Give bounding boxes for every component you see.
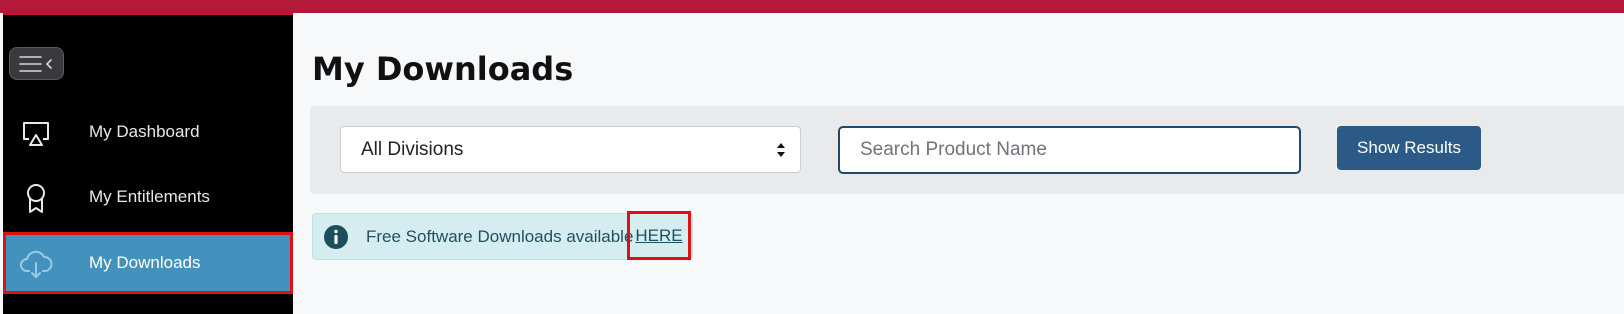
select-arrows-icon xyxy=(777,143,785,157)
free-downloads-here-link[interactable]: HERE xyxy=(627,211,691,260)
dashboard-icon xyxy=(23,122,49,146)
sidebar-toggle-button[interactable] xyxy=(9,47,64,80)
award-ribbon-icon xyxy=(27,184,45,213)
info-alert: Free Software Downloads available HERE xyxy=(312,211,693,260)
sidebar-item-my-downloads[interactable]: My Downloads xyxy=(3,232,293,294)
sidebar-item-label: My Downloads xyxy=(89,253,201,272)
show-results-button[interactable]: Show Results xyxy=(1337,126,1481,170)
sidebar-item-my-entitlements[interactable]: My Entitlements xyxy=(3,166,293,228)
page-title: My Downloads xyxy=(312,50,574,88)
division-select-value: All Divisions xyxy=(361,138,464,160)
top-accent-bar xyxy=(0,0,1624,13)
search-product-input[interactable] xyxy=(838,126,1301,174)
sidebar-item-label: My Dashboard xyxy=(89,122,200,141)
cloud-download-icon xyxy=(20,250,53,278)
alert-message: Free Software Downloads available xyxy=(366,226,634,246)
division-select[interactable]: All Divisions xyxy=(340,126,801,173)
sidebar: My Dashboard My Entitlements My Download… xyxy=(3,13,293,314)
main-content: My Downloads All Divisions Show Results … xyxy=(293,13,1624,314)
sidebar-item-label: My Entitlements xyxy=(89,187,210,206)
hamburger-collapse-icon xyxy=(18,55,52,72)
filter-bar: All Divisions Show Results xyxy=(310,106,1624,194)
sidebar-item-my-dashboard[interactable]: My Dashboard xyxy=(3,101,293,163)
info-icon xyxy=(324,225,348,249)
